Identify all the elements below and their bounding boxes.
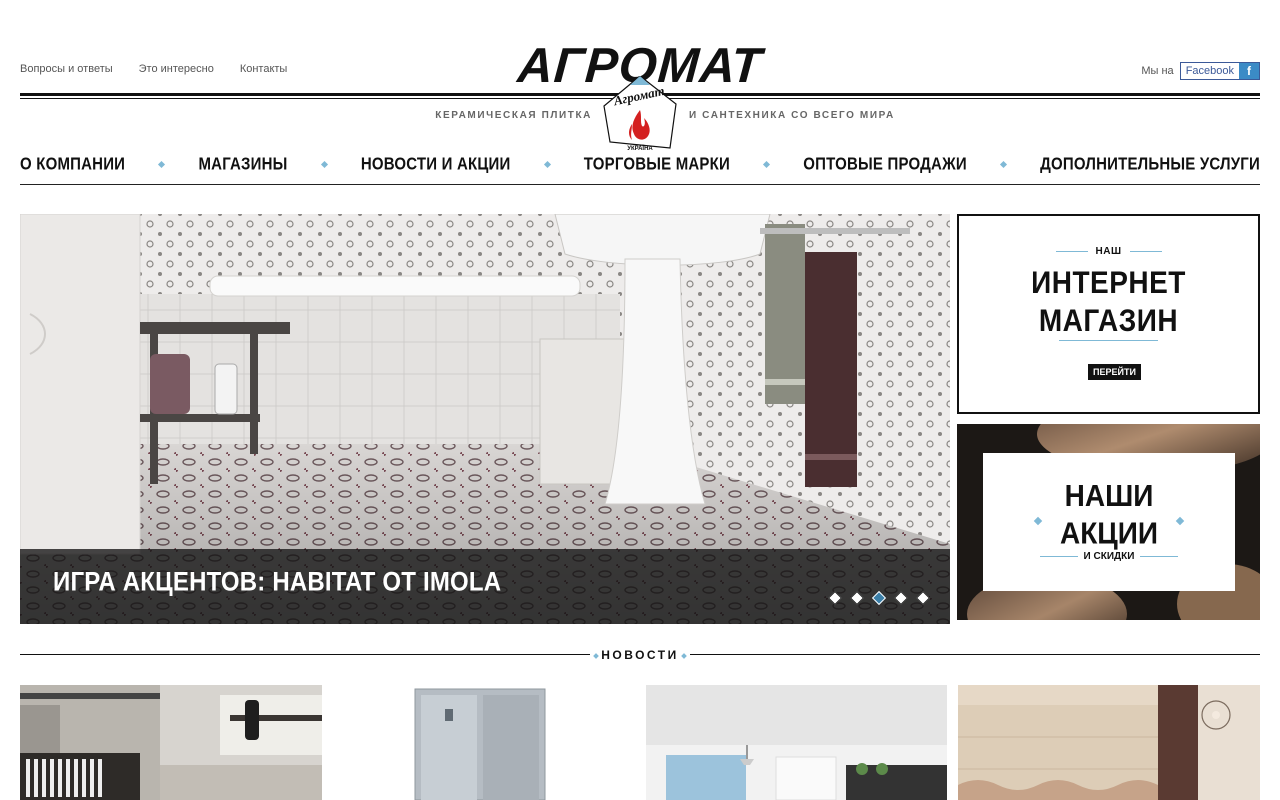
online-shop-banner[interactable]: НАШ ИНТЕРНЕТ МАГАЗИН ПЕРЕЙТИ — [957, 214, 1260, 414]
nav-separator-icon — [999, 160, 1008, 169]
shop-title-line1: ИНТЕРНЕТ — [1031, 265, 1186, 300]
news-card[interactable] — [645, 685, 948, 800]
news-grid — [20, 685, 1260, 800]
sales-title: НАШИ АКЦИИ — [983, 478, 1235, 553]
nav-brands[interactable]: ТОРГОВЫЕ МАРКИ — [584, 155, 730, 175]
slider-dot[interactable] — [916, 591, 928, 603]
main-nav: О КОМПАНИИ МАГАЗИНЫ НОВОСТИ И АКЦИИ ТОРГ… — [20, 145, 1260, 185]
nav-about[interactable]: О КОМПАНИИ — [20, 155, 125, 175]
nav-news[interactable]: НОВОСТИ И АКЦИИ — [361, 155, 511, 175]
hero-caption: ИГРА АКЦЕНТОВ: HABITAT ОТ IMOLA — [20, 549, 950, 624]
top-links: Вопросы и ответы Это интересно Контакты — [20, 63, 287, 75]
shop-title: ИНТЕРНЕТ МАГАЗИН — [959, 264, 1258, 340]
contacts-link[interactable]: Контакты — [240, 63, 288, 75]
facebook-button[interactable]: Facebook f — [1179, 62, 1260, 80]
shop-title-line2: МАГАЗИН — [1038, 303, 1179, 338]
news-heading-text: НОВОСТИ — [601, 648, 679, 662]
sales-subtitle: И СКИДКИ — [983, 551, 1235, 562]
slider-dots — [828, 591, 928, 603]
diamond-icon — [680, 652, 687, 659]
slider-dot-active[interactable] — [872, 591, 884, 603]
nav-separator-icon — [543, 160, 551, 169]
shop-small-label: НАШ — [959, 246, 1258, 257]
social-label: Мы на — [1141, 65, 1174, 77]
nav-separator-icon — [763, 160, 771, 169]
nav-wholesale[interactable]: ОПТОВЫЕ ПРОДАЖИ — [803, 155, 967, 175]
sales-card: НАШИ АКЦИИ И СКИДКИ — [983, 453, 1235, 591]
diamond-icon — [593, 652, 600, 659]
sales-title-line1: НАШИ — [1064, 478, 1154, 513]
news-card[interactable] — [958, 685, 1260, 800]
news-card[interactable] — [332, 685, 635, 800]
logo-emblem-icon[interactable]: Агромат УКРАЇНА — [598, 76, 682, 154]
slider-dot[interactable] — [894, 591, 906, 603]
interesting-link[interactable]: Это интересно — [139, 63, 214, 75]
tagline-right: И САНТЕХНИКА СО ВСЕГО МИРА — [689, 110, 895, 121]
news-image — [645, 685, 948, 800]
news-heading: НОВОСТИ — [590, 646, 690, 664]
slider-dot[interactable] — [850, 591, 862, 603]
news-image — [332, 685, 635, 800]
news-image — [958, 685, 1260, 800]
nav-stores[interactable]: МАГАЗИНЫ — [198, 155, 287, 175]
go-button[interactable]: ПЕРЕЙТИ — [1088, 364, 1141, 380]
hero-slider[interactable]: ИГРА АКЦЕНТОВ: HABITAT ОТ IMOLA — [20, 214, 950, 624]
nav-separator-icon — [158, 160, 166, 169]
news-card[interactable] — [20, 685, 322, 800]
tagline-left: КЕРАМИЧЕСКАЯ ПЛИТКА — [435, 110, 592, 121]
sales-title-line2: АКЦИИ — [1059, 516, 1158, 551]
social-block: Мы на Facebook f — [1141, 62, 1260, 80]
faq-link[interactable]: Вопросы и ответы — [20, 63, 113, 75]
nav-services[interactable]: ДОПОЛНИТЕЛЬНЫЕ УСЛУГИ — [1040, 155, 1260, 175]
slider-dot[interactable] — [828, 591, 840, 603]
sales-banner[interactable]: НАШИ АКЦИИ И СКИДКИ — [957, 424, 1260, 620]
facebook-label: Facebook — [1180, 63, 1239, 79]
facebook-icon: f — [1239, 63, 1259, 79]
nav-separator-icon — [320, 160, 328, 169]
news-image — [20, 685, 322, 800]
shop-divider — [1059, 340, 1158, 341]
hero-title[interactable]: ИГРА АКЦЕНТОВ: HABITAT ОТ IMOLA — [53, 568, 501, 599]
